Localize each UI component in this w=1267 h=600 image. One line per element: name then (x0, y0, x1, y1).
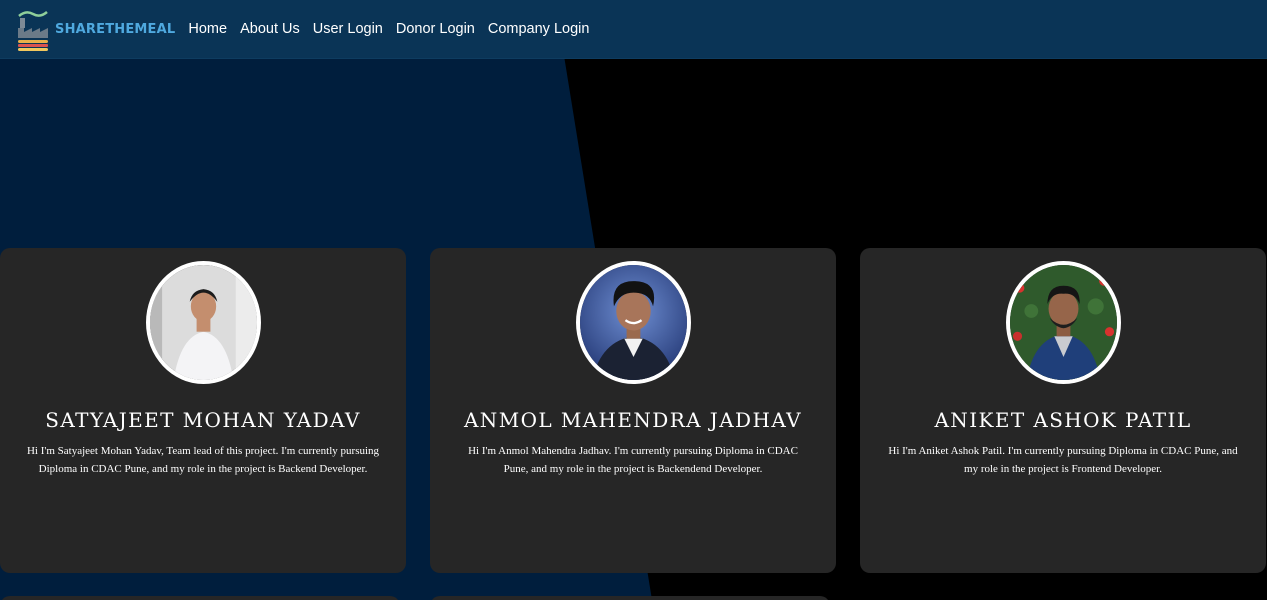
avatar (1006, 261, 1121, 384)
nav-home[interactable]: Home (188, 21, 227, 37)
team-card-partial (430, 596, 830, 600)
nav-links: Home About Us User Login Donor Login Com… (179, 21, 593, 37)
member-description: Hi I'm Satyajeet Mohan Yadav, Team lead … (26, 445, 380, 475)
person-photo-icon (1010, 265, 1117, 380)
nav-about-us[interactable]: About Us (240, 21, 300, 37)
avatar (146, 261, 261, 384)
burger-factory-logo-icon (18, 11, 48, 51)
team-card: ANIKET ASHOK PATIL Hi I'm Aniket Ashok P… (860, 248, 1266, 573)
team-card-partial (0, 596, 400, 600)
member-name: ANIKET ASHOK PATIL (934, 408, 1192, 432)
member-name: SATYAJEET MOHAN YADAV (45, 408, 361, 432)
team-card: SATYAJEET MOHAN YADAV Hi I'm Satyajeet M… (0, 248, 406, 573)
brand-name: SHARETHEMEAL (55, 21, 176, 37)
member-name: ANMOL MAHENDRA JADHAV (463, 408, 803, 432)
nav-donor-login[interactable]: Donor Login (396, 21, 475, 37)
avatar (576, 261, 691, 384)
team-card: ANMOL MAHENDRA JADHAV Hi I'm Anmol Mahen… (430, 248, 836, 573)
nav-user-login[interactable]: User Login (313, 21, 383, 37)
brand-logo[interactable]: SHARETHEMEAL (16, 6, 175, 52)
member-description: Hi I'm Aniket Ashok Patil. I'm currently… (888, 445, 1238, 475)
nav-company-login[interactable]: Company Login (488, 21, 590, 37)
person-photo-icon (150, 265, 257, 380)
person-photo-icon (580, 265, 687, 380)
member-description: Hi I'm Anmol Mahendra Jadhav. I'm curren… (468, 445, 798, 475)
top-navbar: SHARETHEMEAL Home About Us User Login Do… (0, 0, 1267, 59)
